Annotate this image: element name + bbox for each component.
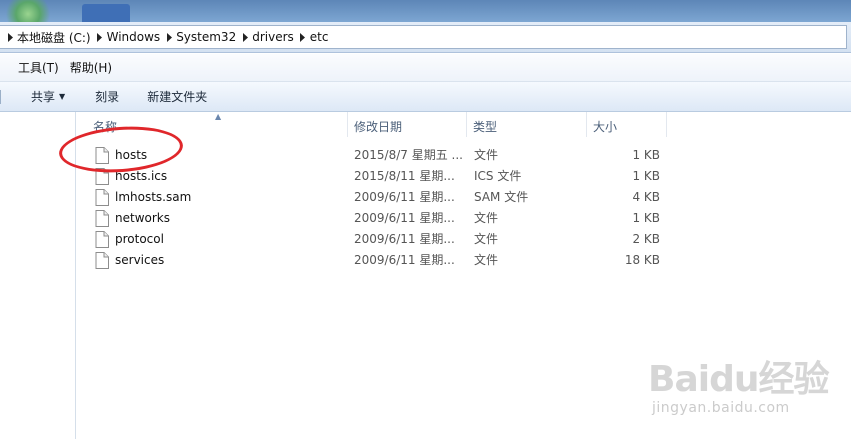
column-header-label: 大小 [593, 120, 618, 134]
chevron-right-icon[interactable] [296, 32, 310, 42]
share-label: 共享 [31, 90, 56, 104]
command-bar: 共享 ▼ 刻录 新建文件夹 [0, 82, 851, 112]
chevron-right-icon[interactable] [162, 32, 176, 42]
file-icon [95, 189, 109, 206]
column-header-label: 修改日期 [354, 120, 403, 134]
file-date: 2009/6/11 星期... [354, 253, 455, 267]
breadcrumb-item[interactable]: 本地磁盘 (C:) [3, 26, 93, 48]
sort-ascending-icon: ▲ [215, 112, 222, 121]
window-title-band [0, 0, 851, 22]
file-list: hosts 2015/8/7 星期五 ... 文件 1 KB hosts.ics… [77, 145, 667, 271]
file-name: networks [115, 211, 170, 225]
file-type: 文件 [474, 232, 499, 246]
file-type: 文件 [474, 211, 499, 225]
file-date: 2009/6/11 星期... [354, 211, 455, 225]
file-type: ICS 文件 [474, 169, 522, 183]
taskbar-thumbnail [82, 4, 130, 22]
file-icon [95, 210, 109, 227]
column-header-type[interactable]: 类型 [467, 112, 587, 137]
file-row[interactable]: networks 2009/6/11 星期... 文件 1 KB [77, 208, 667, 229]
column-header-size[interactable]: 大小 [587, 112, 667, 137]
file-name: protocol [115, 232, 164, 246]
breadcrumb-item[interactable]: Windows [93, 26, 163, 48]
file-row[interactable]: lmhosts.sam 2009/6/11 星期... SAM 文件 4 KB [77, 187, 667, 208]
breadcrumb-item[interactable]: etc [296, 26, 331, 48]
file-row[interactable]: protocol 2009/6/11 星期... 文件 2 KB [77, 229, 667, 250]
file-size: 1 KB [632, 169, 660, 183]
breadcrumb-item[interactable]: System32 [162, 26, 238, 48]
burn-button[interactable]: 刻录 [95, 82, 119, 111]
column-header-label: 类型 [473, 120, 498, 134]
file-date: 2015/8/7 星期五 ... [354, 148, 462, 162]
breadcrumb-label[interactable]: System32 [176, 30, 238, 44]
address-bar[interactable]: 本地磁盘 (C:) Windows System32 drivers etc [0, 25, 847, 49]
file-row[interactable]: services 2009/6/11 星期... 文件 18 KB [77, 250, 667, 271]
file-name-cell: networks [95, 208, 345, 229]
toolbar-edge [0, 89, 3, 104]
column-header-date[interactable]: 修改日期 [348, 112, 467, 137]
file-date: 2009/6/11 星期... [354, 232, 455, 246]
file-size: 18 KB [624, 253, 660, 267]
watermark-brand: Baidu经验 [648, 359, 829, 400]
breadcrumb-label[interactable]: 本地磁盘 (C:) [17, 29, 93, 46]
watermark-url: jingyan.baidu.com [652, 400, 790, 416]
file-type: 文件 [474, 253, 499, 267]
burn-label: 刻录 [95, 90, 120, 104]
file-icon [95, 231, 109, 248]
file-date: 2009/6/11 星期... [354, 190, 455, 204]
menu-tools[interactable]: 工具(T) [16, 59, 64, 76]
file-type: SAM 文件 [474, 190, 529, 204]
share-button[interactable]: 共享 ▼ [31, 82, 65, 111]
file-row[interactable]: hosts.ics 2015/8/11 星期... ICS 文件 1 KB [77, 166, 667, 187]
new-folder-button[interactable]: 新建文件夹 [147, 82, 207, 111]
breadcrumb-label[interactable]: etc [310, 30, 331, 44]
address-bar-area: 本地磁盘 (C:) Windows System32 drivers etc [0, 22, 851, 53]
file-size: 1 KB [632, 148, 660, 162]
file-size: 2 KB [632, 232, 660, 246]
file-type: 文件 [474, 148, 499, 162]
file-size: 4 KB [632, 190, 660, 204]
file-size: 1 KB [632, 211, 660, 225]
chevron-right-icon[interactable] [238, 32, 252, 42]
file-name-cell: lmhosts.sam [95, 187, 345, 208]
new-folder-label: 新建文件夹 [147, 90, 208, 104]
dropdown-arrow-icon: ▼ [59, 92, 66, 101]
file-date: 2015/8/11 星期... [354, 169, 455, 183]
watermark: Baidu经验 jingyan.baidu.com [648, 350, 848, 430]
menu-help[interactable]: 帮助(H) [68, 59, 117, 76]
menu-bar: 工具(T) 帮助(H) [0, 54, 851, 82]
breadcrumb-item[interactable]: drivers [238, 26, 296, 48]
app-icon [0, 0, 52, 22]
file-name-cell: services [95, 250, 345, 271]
file-name: services [115, 253, 165, 267]
chevron-right-icon[interactable] [93, 32, 107, 42]
breadcrumb-label[interactable]: drivers [252, 30, 296, 44]
breadcrumb-label[interactable]: Windows [107, 30, 163, 44]
file-icon [95, 252, 109, 269]
file-name-cell: protocol [95, 229, 345, 250]
file-name: lmhosts.sam [115, 190, 192, 204]
chevron-right-icon[interactable] [3, 32, 17, 42]
